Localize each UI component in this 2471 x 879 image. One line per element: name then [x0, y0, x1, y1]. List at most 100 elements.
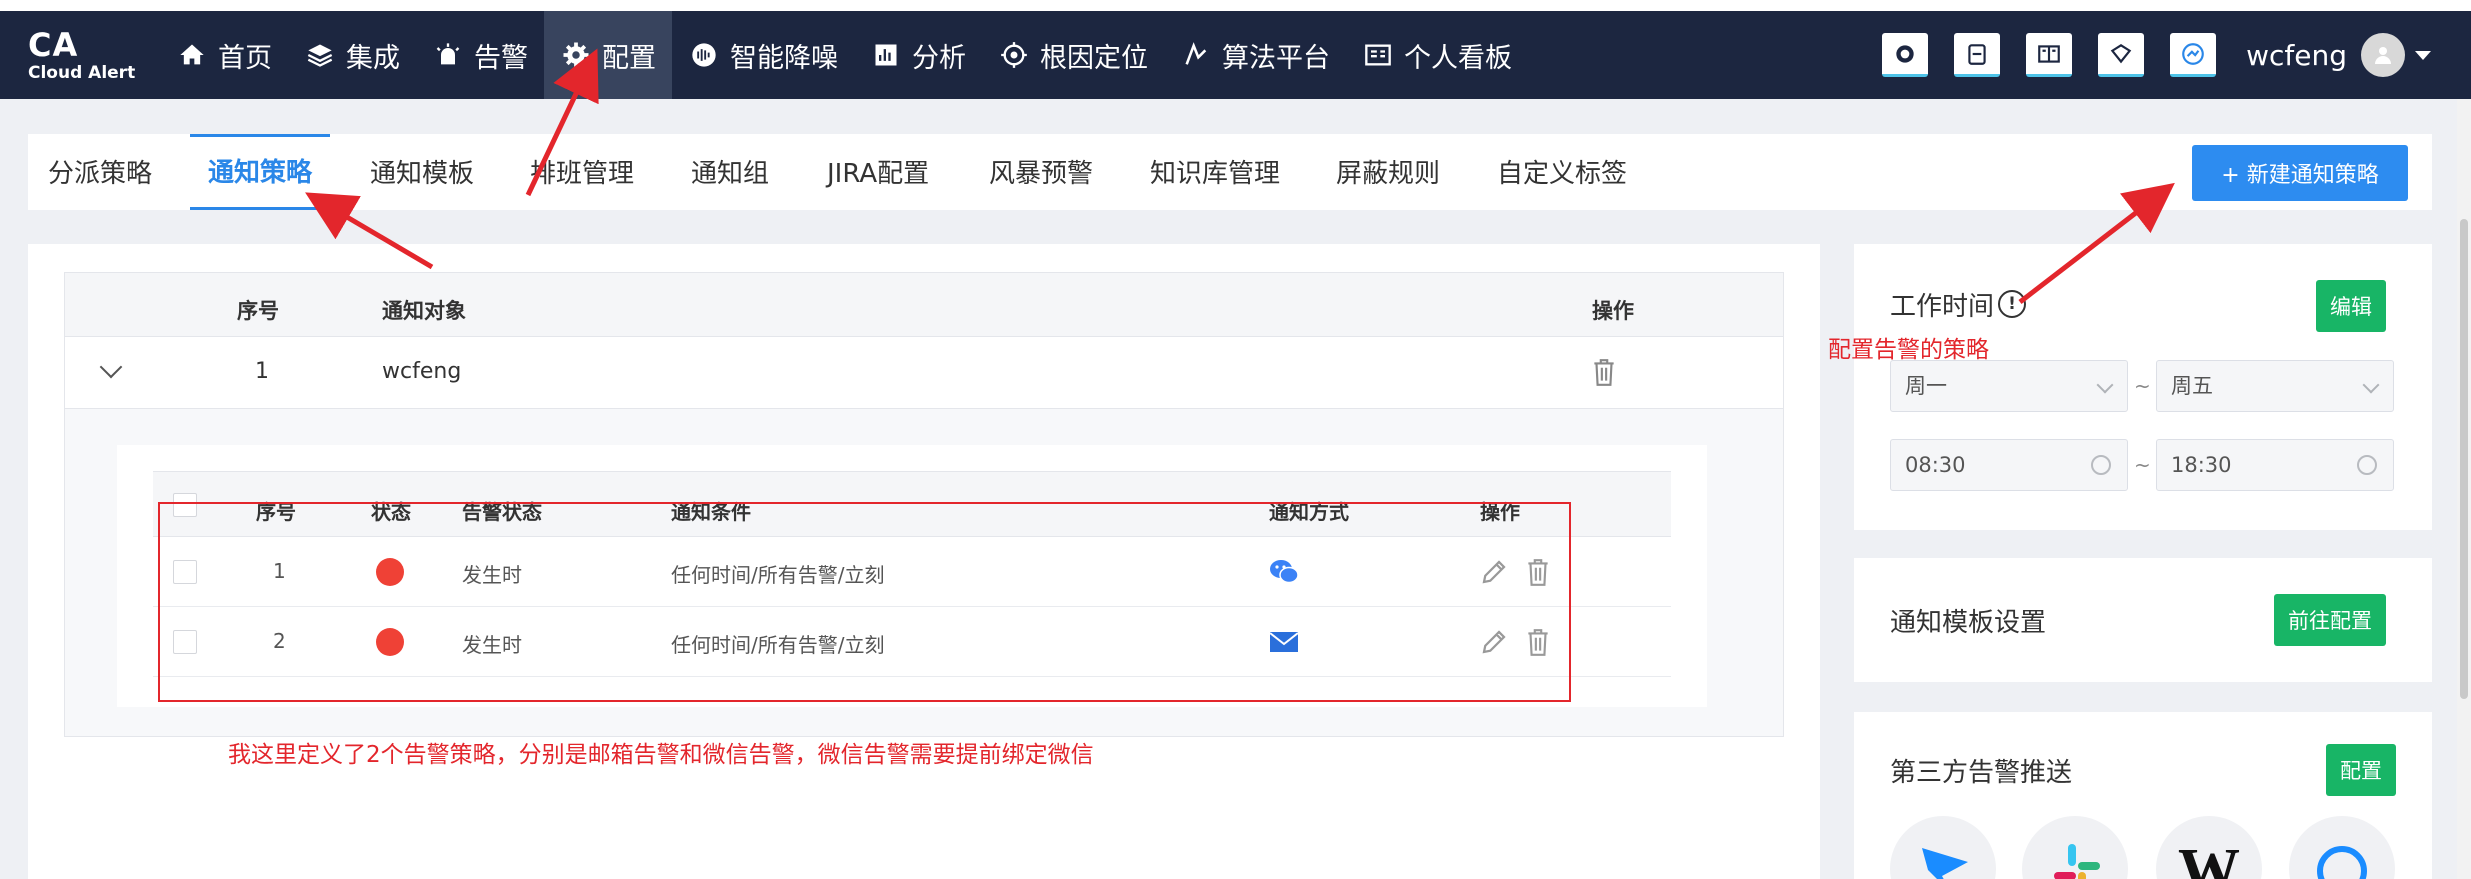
headset-icon	[1896, 44, 1914, 63]
tab-storm-warning[interactable]: 风暴预警	[989, 134, 1093, 210]
nav-item-config[interactable]: 配置	[544, 11, 672, 99]
layers-icon	[304, 39, 336, 71]
target-icon	[998, 39, 1030, 71]
time-end-picker[interactable]: 18:30	[2156, 439, 2394, 491]
user-menu[interactable]: wcfeng	[2246, 33, 2431, 77]
webhook-icon[interactable]	[2289, 816, 2395, 879]
nav-item-algorithm[interactable]: 算法平台	[1164, 11, 1346, 99]
nav-item-dashboard[interactable]: 个人看板	[1346, 11, 1528, 99]
tab-dispatch-policy[interactable]: 分派策略	[48, 134, 152, 210]
col-index: 序号	[237, 299, 279, 323]
clipboard-icon	[1968, 43, 1986, 65]
top-navbar: CA Cloud Alert 首页 集成 告警 配置 智能降噪 分析 根因定位 …	[0, 11, 2471, 99]
alarm-icon	[432, 39, 464, 71]
nav-label: 集成	[346, 42, 400, 74]
template-setting-title: 通知模板设置	[1890, 608, 2047, 638]
tab-notify-template[interactable]: 通知模板	[370, 134, 474, 210]
username: wcfeng	[2246, 38, 2347, 72]
nav-label: 首页	[218, 42, 272, 74]
algorithm-icon	[1180, 39, 1212, 71]
info-icon[interactable]: !	[1998, 290, 2026, 318]
chevron-down-icon	[2362, 376, 2380, 394]
nav-label: 告警	[474, 42, 528, 74]
nav-label: 根因定位	[1040, 42, 1148, 74]
nav-label: 配置	[602, 42, 656, 74]
user-icon	[2375, 47, 2391, 64]
top-strip	[0, 0, 2471, 11]
day-end-value: 周五	[2171, 374, 2213, 398]
template-setting-panel: 通知模板设置 前往配置	[1854, 558, 2432, 682]
avatar	[2361, 33, 2405, 77]
book-icon	[2038, 44, 2060, 63]
slack-icon[interactable]	[2022, 816, 2128, 879]
edit-button[interactable]: 编辑	[2316, 280, 2386, 332]
scrollbar-thumb[interactable]	[2460, 219, 2468, 699]
third-party-panel: 第三方告警推送 配置 W	[1854, 712, 2432, 879]
chevron-down-icon	[2415, 50, 2431, 60]
nav-tools: wcfeng	[1856, 11, 2431, 99]
policy-table-header: 序号 通知对象 操作	[65, 273, 1783, 337]
col-action: 操作	[1592, 299, 1634, 323]
brand-sub: Cloud Alert	[28, 63, 136, 83]
day-start-value: 周一	[1905, 374, 1947, 398]
tab-knowledge-base[interactable]: 知识库管理	[1150, 134, 1280, 210]
go-configure-button[interactable]: 前往配置	[2274, 594, 2386, 646]
day-start-select[interactable]: 周一	[1890, 360, 2128, 412]
tab-jira-config[interactable]: JIRA配置	[827, 134, 929, 210]
chevron-down-icon[interactable]	[99, 355, 123, 379]
clock-icon	[2091, 455, 2111, 475]
third-party-config-button[interactable]: 配置	[2326, 744, 2396, 796]
nav-item-analysis[interactable]: 分析	[854, 11, 982, 99]
chart-icon	[870, 39, 902, 71]
nav-item-noise-reduction[interactable]: 智能降噪	[672, 11, 854, 99]
nav-item-home[interactable]: 首页	[160, 11, 288, 99]
nav-item-root-cause[interactable]: 根因定位	[982, 11, 1164, 99]
nav-label: 分析	[912, 42, 966, 74]
tab-notify-group[interactable]: 通知组	[691, 134, 769, 210]
brand-main: CA	[28, 26, 79, 64]
row-target: wcfeng	[382, 359, 462, 384]
day-end-select[interactable]: 周五	[2156, 360, 2394, 412]
support-button[interactable]	[1882, 33, 1929, 77]
nav-item-integration[interactable]: 集成	[288, 11, 416, 99]
clock-icon	[2357, 455, 2377, 475]
tab-custom-tags[interactable]: 自定义标签	[1497, 134, 1627, 210]
wecom-w-icon[interactable]: W	[2156, 816, 2262, 879]
nav-item-alert[interactable]: 告警	[416, 11, 544, 99]
time-start-picker[interactable]: 08:30	[1890, 439, 2128, 491]
work-time-panel: 工作时间 ! 编辑 周一 ~ 周五 08:30 ~ 18:30	[1854, 244, 2432, 530]
nav-label: 个人看板	[1404, 42, 1512, 74]
theme-button[interactable]	[2170, 33, 2217, 77]
work-time-title: 工作时间	[1890, 292, 1995, 322]
third-party-title: 第三方告警推送	[1890, 758, 2073, 788]
annotation-bottom-note: 我这里定义了2个告警策略，分别是邮箱告警和微信告警，微信告警需要提前绑定微信	[228, 742, 1094, 768]
new-notify-policy-button[interactable]: + 新建通知策略	[2192, 145, 2408, 201]
range-separator: ~	[2134, 453, 2151, 477]
noise-icon	[688, 39, 720, 71]
page-scrollbar[interactable]	[2457, 99, 2471, 879]
table-row: 1 wcfeng	[65, 337, 1783, 409]
annotation-highlight-box	[158, 502, 1571, 702]
trash-icon[interactable]	[1591, 357, 1617, 391]
home-icon	[176, 39, 208, 71]
clipboard-button[interactable]	[1954, 33, 2001, 77]
brand-logo[interactable]: CA Cloud Alert	[28, 27, 135, 83]
time-end-value: 18:30	[2171, 453, 2232, 477]
time-start-value: 08:30	[1905, 453, 1966, 477]
chevron-down-icon	[2096, 376, 2114, 394]
row-index: 1	[255, 359, 269, 384]
tab-notify-policy[interactable]: 通知策略	[190, 134, 331, 210]
tab-schedule[interactable]: 排班管理	[530, 134, 634, 210]
tab-mask-rules[interactable]: 屏蔽规则	[1336, 134, 1440, 210]
skin-button[interactable]	[2098, 33, 2145, 77]
dashboard-icon	[1362, 39, 1394, 71]
sub-tabs: 分派策略 通知策略 通知模板 排班管理 通知组 JIRA配置 风暴预警 知识库管…	[28, 134, 2432, 210]
nav-label: 算法平台	[1222, 42, 1330, 74]
diamond-icon	[2110, 43, 2132, 63]
docs-button[interactable]	[2026, 33, 2073, 77]
col-target: 通知对象	[382, 299, 466, 323]
main-nav: 首页 集成 告警 配置 智能降噪 分析 根因定位 算法平台 个人看板	[160, 11, 1528, 99]
nav-label: 智能降噪	[730, 42, 838, 74]
dingtalk-icon[interactable]	[1890, 816, 1996, 879]
globe-icon	[2182, 42, 2204, 65]
